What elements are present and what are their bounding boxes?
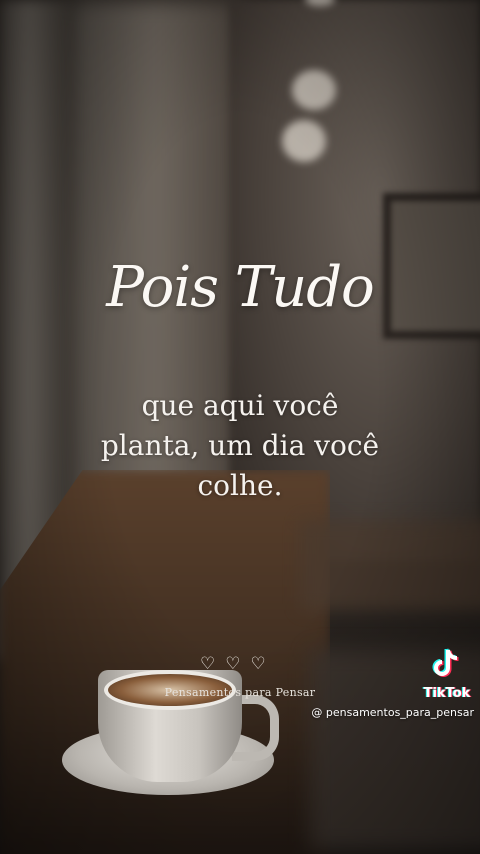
quote-line: planta, um dia você bbox=[100, 429, 380, 462]
heart-icon: ♡ bbox=[200, 654, 216, 674]
video-frame: Pois Tudo que aqui você planta, um dia v… bbox=[0, 0, 480, 854]
quote-line: colhe. bbox=[197, 469, 283, 502]
heart-icon: ♡ bbox=[250, 654, 266, 674]
quote-text: que aqui você planta, um dia você colhe. bbox=[60, 386, 420, 506]
quote-line: que aqui você bbox=[141, 389, 339, 422]
hearts-row: ♡ ♡ ♡ bbox=[200, 654, 266, 674]
tiktok-wordmark: TikTok bbox=[423, 686, 471, 701]
heart-icon: ♡ bbox=[225, 654, 241, 674]
quote-title: Pois Tudo bbox=[106, 255, 375, 320]
tiktok-username: @ pensamentos_para_pensar bbox=[311, 706, 474, 719]
brand-caption: Pensamentos para Pensar bbox=[164, 686, 316, 699]
tiktok-logo-icon bbox=[432, 648, 459, 677]
